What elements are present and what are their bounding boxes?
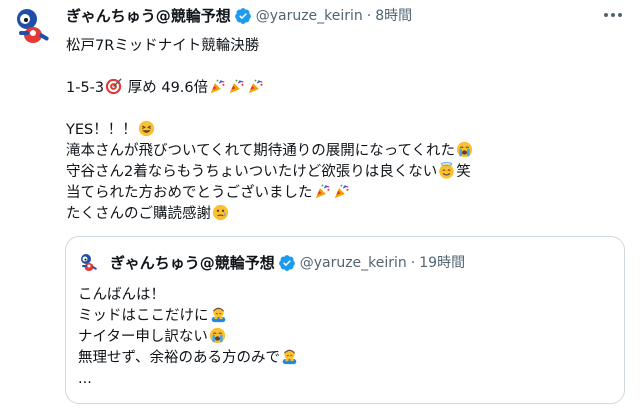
person-bowing-icon [210,306,227,323]
tweet-line-text: 滝本さんが飛びついてくれて期待通りの展開になってくれた [66,143,456,159]
tweet-line: たくさんのご購読感謝 [66,204,626,225]
quoted-author-name[interactable]: ぎゃんちゅう@競輪予想 [110,253,275,273]
tweet-header: ぎゃんちゅう@競輪予想 @yaruze_keirin · 8時間 [66,6,412,26]
tweet-line-text: 笑 [456,164,471,180]
tweet-timestamp[interactable]: 8時間 [375,6,412,26]
quoted-line: ナイター申し訳ない [78,327,299,348]
more-options-button[interactable] [600,4,626,26]
quoted-tweet-text: こんばんは！ ミッドはここだけに ナイター申し訳ない 無理せず、余裕のある方のみ… [78,285,299,390]
tweet-line: 滝本さんが飛びついてくれて期待通りの展開になってくれた [66,141,626,162]
quoted-line: こんばんは！ [78,287,165,303]
tweet-text: 松戸7Rミッドナイト競輪決勝 1-5-3 厚め 49.6倍 YES！！！ 滝本さ… [66,36,626,225]
party-popper-icon [228,78,245,95]
quoted-line-text: ナイター申し訳ない [78,329,208,345]
author-handle[interactable]: @yaruze_keirin [256,6,363,26]
quoted-author-avatar[interactable] [78,252,100,274]
tweet-line: YES！！！ [66,120,626,141]
avatar-mascot-icon [78,252,100,274]
direct-hit-icon [105,78,122,95]
tweet-line: 守谷さん2着ならもうちょいついたけど欲張りは良くない 笑 [66,162,626,183]
author-avatar[interactable] [11,5,55,49]
face-holding-back-tears-icon [212,204,229,221]
tweet-line: 松戸7Rミッドナイト競輪決勝 [66,38,260,54]
quoted-tweet-header: ぎゃんちゅう@競輪予想 @yaruze_keirin · 19時間 [110,253,465,273]
loudly-crying-face-icon [209,327,226,344]
party-popper-icon [209,78,226,95]
more-dots-icon [604,13,622,17]
party-popper-icon [314,183,331,200]
separator-dot: · [366,8,372,24]
tweet-line-text: YES！！！ [66,122,137,138]
tweet-line: 当てられた方おめでとうございました [66,183,626,204]
separator-dot: · [410,255,416,271]
quoted-tweet-timestamp[interactable]: 19時間 [419,253,465,273]
quoted-tweet[interactable]: ぎゃんちゅう@競輪予想 @yaruze_keirin · 19時間 こんばんは！… [65,236,625,404]
smiling-halo-face-icon [438,162,455,179]
quoted-author-handle[interactable]: @yaruze_keirin [300,253,407,273]
verified-badge-icon [278,254,296,272]
party-popper-icon [247,78,264,95]
tweet-line-text: 当てられた方おめでとうございました [66,185,313,201]
quoted-line: 無理せず、余裕のある方のみで [78,348,299,369]
author-name[interactable]: ぎゃんちゅう@競輪予想 [66,6,231,26]
loudly-crying-face-icon [456,141,473,158]
tweet-line-text: 守谷さん2着ならもうちょいついたけど欲張りは良くない [66,164,438,180]
verified-badge-icon [234,7,252,25]
tweet-line-text: 1-5-3 [66,80,105,96]
tweet-line-text: たくさんのご購読感謝 [66,206,211,222]
quoted-line-text: ミッドはここだけに [78,308,209,324]
avatar-mascot-icon [11,5,55,49]
quoted-line: ... [78,371,92,387]
party-popper-icon [333,183,350,200]
tweet[interactable]: ぎゃんちゅう@競輪予想 @yaruze_keirin · 8時間 松戸7Rミッド… [0,0,640,411]
quoted-line: ミッドはここだけに [78,306,299,327]
person-bowing-icon [281,348,298,365]
grinning-squinting-face-icon [138,120,155,137]
tweet-line: 1-5-3 厚め 49.6倍 [66,78,626,99]
tweet-line-text: 厚め 49.6倍 [123,80,209,96]
quoted-line-text: 無理せず、余裕のある方のみで [78,350,280,366]
